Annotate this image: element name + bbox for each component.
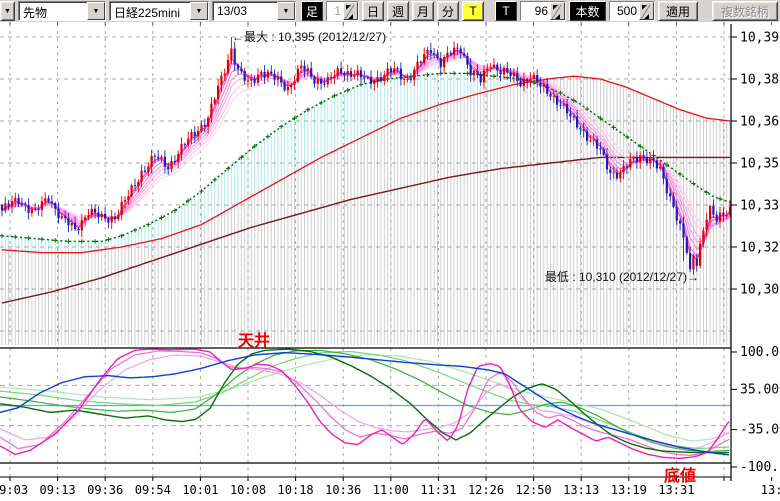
oscillator-axis-label: 35.00 xyxy=(740,382,779,397)
session-low-annotation: 最低 : 10,310 (2012/12/27)→ xyxy=(545,270,699,284)
grid-layer xyxy=(0,24,731,477)
price-axis-label: 10,350 xyxy=(740,157,780,172)
price-chart[interactable]: 10,395 10,380 10,365 10,350 10,335 10,320 10,3… xyxy=(0,0,780,501)
session-high-annotation: ←最大 : 10,395 (2012/12/27) xyxy=(232,30,386,44)
oscillator-axis-label: -100.0 xyxy=(740,460,780,475)
price-axis-label: 10,365 xyxy=(740,115,780,130)
trading-app-window: ▼ 先物 ▼ 日経225mini ▼ 13/03 ▼ 足 1 日 週 月 分 T… xyxy=(0,0,780,501)
rci-green-light xyxy=(0,352,729,449)
time-axis-label: 09:13 xyxy=(40,483,76,497)
hatch-fill-layer xyxy=(2,73,730,345)
time-axis-label: 10:01 xyxy=(182,483,218,497)
time-axis-label: 12:50 xyxy=(516,483,552,497)
oscillator-axis-label: 100.00 xyxy=(740,345,780,360)
time-axis-label: 10:08 xyxy=(230,483,266,497)
price-axis-label: 10,395 xyxy=(740,31,780,46)
oscillator-axis-label: -35.00 xyxy=(740,423,780,438)
time-axis-label: 13:13 xyxy=(563,483,599,497)
price-axis-label: 10,305 xyxy=(740,283,780,298)
time-axis-label: 13: xyxy=(761,483,780,497)
ceiling-annotation: 天井 xyxy=(238,331,270,350)
time-axis-label: 10:18 xyxy=(278,483,314,497)
time-axis-label: 10:36 xyxy=(325,483,361,497)
time-axis-label: 13:19 xyxy=(611,483,647,497)
time-axis-label: 11:00 xyxy=(373,483,409,497)
price-axis: 10,395 10,380 10,365 10,350 10,335 10,320 10,3… xyxy=(731,24,780,481)
price-axis-label: 10,335 xyxy=(740,199,780,214)
oscillator-lines-layer xyxy=(0,349,729,458)
price-axis-label: 10,320 xyxy=(740,241,780,256)
time-axis-label: 11:31 xyxy=(420,483,456,497)
time-axis-label: 09:54 xyxy=(135,483,171,497)
time-axis-label: 09:36 xyxy=(87,483,123,497)
chart-render-layer: 10,395 10,380 10,365 10,350 10,335 10,320 10,3… xyxy=(0,22,780,497)
rci-magenta xyxy=(0,349,729,458)
time-axis-label: 13:31 xyxy=(658,483,694,497)
time-axis-label: 12:26 xyxy=(468,483,504,497)
time-axis-label: 09:03 xyxy=(0,483,28,497)
price-axis-label: 10,380 xyxy=(740,73,780,88)
bottom-annotation: 底値 xyxy=(664,466,696,485)
